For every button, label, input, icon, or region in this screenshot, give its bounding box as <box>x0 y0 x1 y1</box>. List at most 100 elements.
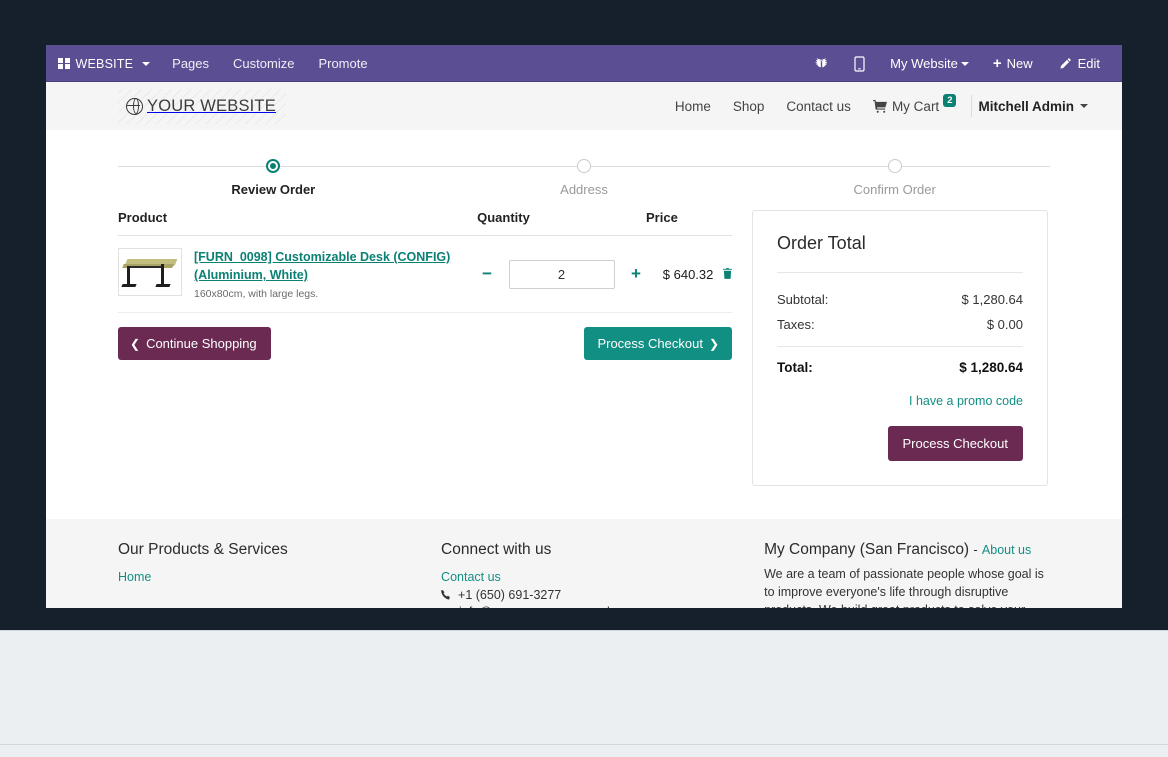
footer-column-connect: Connect with us Contact us +1 (650) 691-… <box>441 541 744 608</box>
subtotal-value: $ 1,280.64 <box>961 292 1023 307</box>
footer-email: info@yourcompany.example.com <box>459 605 644 608</box>
total-value: $ 1,280.64 <box>959 360 1023 375</box>
user-menu[interactable]: Mitchell Admin <box>978 99 1088 114</box>
column-header-quantity: Quantity <box>477 210 646 236</box>
step-label: Review Order <box>231 182 316 197</box>
taxes-row: Taxes: $ 0.00 <box>777 312 1023 337</box>
step-dot <box>887 159 902 173</box>
step-review-order[interactable]: Review Order <box>118 154 429 197</box>
step-confirm-order[interactable]: Confirm Order <box>739 154 1050 197</box>
price-cell: $ 640.32 <box>646 235 732 313</box>
menu-pages[interactable]: Pages <box>160 56 221 71</box>
phone-icon <box>441 589 450 599</box>
site-footer: Our Products & Services Home Connect wit… <box>46 519 1122 608</box>
footer-link-contact-us[interactable]: Contact us <box>441 570 744 584</box>
envelope-icon <box>441 607 453 608</box>
my-cart-label: My Cart <box>891 98 940 114</box>
site-selector-label: My Website <box>890 56 958 71</box>
card-process-checkout-button[interactable]: Process Checkout <box>887 426 1023 461</box>
process-checkout-button[interactable]: Process Checkout ❯ <box>584 327 732 360</box>
nav-home[interactable]: Home <box>664 99 722 114</box>
product-description: 160x80cm, with large legs. <box>194 288 319 300</box>
footer-title-products: Our Products & Services <box>118 541 288 558</box>
footer-phone-line: +1 (650) 691-3277 <box>441 588 744 602</box>
column-header-product: Product <box>118 210 478 236</box>
subtotal-row: Subtotal: $ 1,280.64 <box>777 287 1023 312</box>
checkout-stepper: Review Order Address Confirm Order <box>118 154 1050 208</box>
footer-link-home[interactable]: Home <box>118 570 421 584</box>
card-divider-2 <box>777 346 1023 347</box>
bug-icon[interactable] <box>802 57 841 71</box>
product-name-link[interactable]: [FURN_0098] Customizable Desk (CONFIG) (… <box>194 250 450 282</box>
site-logo[interactable]: YOUR WEBSITE <box>118 88 286 124</box>
menu-promote[interactable]: Promote <box>306 56 379 71</box>
step-address[interactable]: Address <box>429 154 740 197</box>
website-app-menu[interactable]: WEBSITE <box>46 57 160 71</box>
taxes-label: Taxes: <box>777 317 815 332</box>
stepper-steps: Review Order Address Confirm Order <box>118 154 1050 197</box>
nav-contact-us[interactable]: Contact us <box>775 99 862 114</box>
odoo-editor-topbar: WEBSITE Pages Customize Promote My Websi… <box>46 45 1122 82</box>
globe-icon <box>126 97 143 115</box>
subtotal-label: Subtotal: <box>777 292 829 307</box>
order-total-card: Order Total Subtotal: $ 1,280.64 Taxes: … <box>752 210 1048 486</box>
nav-shop[interactable]: Shop <box>722 99 776 114</box>
chevron-down-icon <box>1080 104 1088 108</box>
edit-label: Edit <box>1077 56 1100 71</box>
footer-company-paragraph-1: We are a team of passionate people whose… <box>764 567 1044 608</box>
trash-icon[interactable] <box>723 267 732 282</box>
footer-phone: +1 (650) 691-3277 <box>458 588 562 602</box>
cart-column: Product Quantity Price [FURN_0098] Custo… <box>118 210 732 486</box>
cart-count-badge: 2 <box>943 93 957 107</box>
order-total-column: Order Total Subtotal: $ 1,280.64 Taxes: … <box>752 210 1048 486</box>
new-button[interactable]: + New <box>981 56 1045 71</box>
step-label: Address <box>560 182 608 197</box>
chevron-down-icon <box>142 61 151 66</box>
site-nav: Home Shop Contact us My Cart 2 Mitchell … <box>664 93 1088 117</box>
table-row: [FURN_0098] Customizable Desk (CONFIG) (… <box>118 235 732 313</box>
lower-taskbar-strip <box>0 630 1168 757</box>
step-dot <box>577 159 591 173</box>
my-cart-link[interactable]: My Cart 2 <box>862 93 968 114</box>
cart-table-head: Product Quantity Price <box>118 210 732 236</box>
column-header-price: Price <box>646 210 732 236</box>
user-name-label: Mitchell Admin <box>978 98 1074 114</box>
total-row: Total: $ 1,280.64 <box>777 355 1023 380</box>
quantity-cell: − + <box>477 235 646 313</box>
footer-column-company: My Company (San Francisco) - About us We… <box>764 541 1050 608</box>
footer-dash: - <box>973 543 978 557</box>
checkout-columns: Product Quantity Price [FURN_0098] Custo… <box>118 210 1050 486</box>
quantity-decrease-button[interactable]: − <box>477 264 497 284</box>
taxes-value: $ 0.00 <box>986 317 1023 332</box>
menu-customize[interactable]: Customize <box>221 56 306 71</box>
site-logo-text: YOUR WEBSITE <box>147 96 276 115</box>
product-info: [FURN_0098] Customizable Desk (CONFIG) (… <box>194 248 477 300</box>
product-cell: [FURN_0098] Customizable Desk (CONFIG) (… <box>118 235 478 313</box>
quantity-input[interactable] <box>508 259 615 289</box>
apps-grid-icon <box>58 57 70 70</box>
promo-code-row: I have a promo code <box>777 392 1023 410</box>
step-dot-active <box>266 159 281 173</box>
site-selector[interactable]: My Website <box>878 56 981 71</box>
mobile-preview-icon[interactable] <box>841 55 878 72</box>
cart-table-body: [FURN_0098] Customizable Desk (CONFIG) (… <box>118 235 732 313</box>
order-total-title: Order Total <box>777 233 866 253</box>
card-divider <box>777 272 1023 273</box>
browser-viewport: WEBSITE Pages Customize Promote My Websi… <box>46 45 1122 608</box>
cart-action-row: ❮ Continue Shopping Process Checkout ❯ <box>118 327 732 360</box>
continue-shopping-label: Continue Shopping <box>146 336 257 351</box>
desktop-background: WEBSITE Pages Customize Promote My Websi… <box>0 0 1168 757</box>
plus-icon: + <box>992 55 1002 72</box>
continue-shopping-button[interactable]: ❮ Continue Shopping <box>118 327 271 360</box>
footer-company-name: My Company (San Francisco) <box>764 541 970 558</box>
card-button-row: Process Checkout <box>777 426 1023 461</box>
nav-divider <box>971 95 973 117</box>
product-thumbnail[interactable] <box>118 248 182 296</box>
chevron-right-icon: ❯ <box>708 336 719 351</box>
footer-email-line: info@yourcompany.example.com <box>441 605 744 608</box>
website-app-label: WEBSITE <box>75 56 134 71</box>
footer-about-us-link[interactable]: About us <box>982 543 1031 557</box>
edit-button[interactable]: Edit <box>1045 56 1112 71</box>
quantity-increase-button[interactable]: + <box>626 264 646 284</box>
promo-code-link[interactable]: I have a promo code <box>909 394 1023 408</box>
